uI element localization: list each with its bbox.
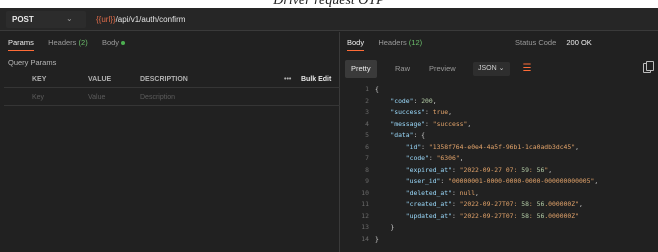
method-select[interactable]: POST ⌄	[6, 11, 86, 28]
body-indicator-dot	[121, 41, 126, 46]
response-tabs: Body Headers (12)	[347, 38, 434, 51]
description-input[interactable]: Description	[140, 94, 175, 101]
line-number: 7	[365, 154, 369, 162]
line-content: "data": {	[390, 131, 426, 139]
table-row: Key Value Description	[4, 88, 340, 106]
api-client-window: POST ⌄ {{url}}/api/v1/auth/confirm Param…	[0, 8, 658, 252]
line-number: 5	[365, 131, 369, 139]
line-content: "id": "1358f764-e0e4-4a5f-96b1-1ca0adb3d…	[405, 142, 579, 151]
code-line: 14}	[345, 234, 657, 246]
status-code-label: Status Code	[515, 38, 557, 47]
line-number: 9	[365, 177, 369, 185]
code-line: 2 "code": 200,	[345, 96, 657, 108]
code-line: 10 "deleted_at": null,	[345, 188, 657, 200]
line-number: 13	[361, 223, 369, 231]
tab-body-label: Body	[101, 38, 120, 47]
copy-icon[interactable]	[643, 61, 654, 73]
request-pane: Params Headers (2) Body Query Params KEY…	[0, 32, 340, 252]
query-params-table: KEY VALUE DESCRIPTION ••• Bulk Edit Key …	[4, 72, 340, 110]
table-header: KEY VALUE DESCRIPTION ••• Bulk Edit	[4, 72, 340, 88]
code-line: 6 "id": "1358f764-e0e4-4a5f-96b1-1ca0adb…	[345, 142, 657, 154]
url-input[interactable]: {{url}}/api/v1/auth/confirm	[90, 11, 652, 28]
mode-pretty[interactable]: Pretty	[345, 60, 377, 78]
code-line: 5 "data": {	[345, 130, 657, 142]
line-number: 14	[361, 234, 369, 243]
tab-headers-label: Headers	[48, 38, 77, 47]
tab-headers-count: (2)	[78, 38, 88, 47]
line-number: 12	[361, 211, 369, 220]
line-content: "message": "success",	[390, 119, 472, 128]
tab-params[interactable]: Params	[8, 38, 34, 51]
response-pane: Body Headers (12) Status Code 200 OK Pre…	[341, 32, 658, 252]
response-body-viewer[interactable]: 1{2 "code": 200, 3 "success": true, 4 "mes…	[345, 84, 657, 250]
method-label: POST	[12, 15, 34, 24]
tab-response-headers-count: (12)	[408, 38, 423, 47]
line-number: 6	[365, 142, 369, 151]
code-line: 12 "updated_at": "2022-09-27T07: 58: 56.…	[345, 211, 657, 223]
line-number: 11	[361, 200, 369, 208]
line-number: 3	[365, 108, 369, 116]
line-number: 8	[365, 165, 369, 174]
more-options-icon[interactable]: •••	[284, 76, 291, 83]
line-content: "expired_at": "2022-09-27 07: 59: 56",	[405, 165, 553, 174]
column-key: KEY	[32, 76, 47, 83]
line-content: "created_at": "2022-09-27T07: 58: 56.000…	[405, 200, 583, 208]
status-code-value: 200 OK	[566, 38, 592, 47]
code-line: 11 "created_at": "2022-09-27T07: 58: 56.…	[345, 199, 657, 211]
url-path: /api/v1/auth/confirm	[115, 15, 186, 24]
wrap-lines-icon[interactable]: ☰	[520, 62, 534, 76]
line-content: {	[375, 85, 379, 93]
line-content: "code": 200,	[390, 96, 437, 105]
status-code: Status Code 200 OK	[515, 38, 592, 47]
line-number: 10	[361, 188, 369, 197]
line-number: 4	[365, 119, 369, 128]
line-number: 2	[365, 96, 369, 105]
code-line: 8 "expired_at": "2022-09-27 07: 59: 56",	[345, 165, 657, 177]
line-content: }	[375, 234, 379, 243]
tab-response-headers-label: Headers	[378, 38, 407, 47]
code-line: 3 "success": true,	[345, 107, 657, 119]
key-input[interactable]: Key	[32, 94, 44, 101]
column-description: DESCRIPTION	[140, 76, 188, 83]
code-line: 13 }	[345, 222, 657, 234]
code-line: 1{	[345, 84, 657, 96]
mode-raw[interactable]: Raw	[389, 60, 416, 78]
line-content: "user_id": "00000001-0000-0000-0000-0000…	[405, 177, 599, 185]
url-variable: {{url}}	[96, 15, 116, 24]
line-content: }	[375, 223, 395, 231]
code-line: 7 "code": "6306",	[345, 153, 657, 165]
line-number: 1	[365, 85, 369, 93]
request-tabs: Params Headers (2) Body	[8, 38, 137, 54]
tab-headers[interactable]: Headers (2)	[48, 38, 88, 47]
value-input[interactable]: Value	[88, 94, 105, 101]
line-content: "code": "6306",	[405, 154, 464, 162]
request-url-bar: POST ⌄ {{url}}/api/v1/auth/confirm	[0, 8, 658, 31]
format-select[interactable]: JSON ⌄	[473, 62, 510, 76]
chevron-down-icon: ⌄	[498, 65, 505, 72]
mode-preview[interactable]: Preview	[423, 60, 462, 78]
line-content: "deleted_at": null,	[405, 188, 479, 197]
line-content: "success": true,	[390, 108, 452, 116]
query-params-title: Query Params	[8, 58, 57, 67]
code-line: 4 "message": "success",	[345, 119, 657, 131]
tab-body[interactable]: Body	[101, 38, 126, 47]
format-label: JSON	[478, 65, 497, 72]
line-content: "updated_at": "2022-09-27T07: 58: 56.000…	[405, 211, 579, 220]
bulk-edit-button[interactable]: Bulk Edit	[301, 76, 331, 83]
tab-response-body[interactable]: Body	[347, 38, 365, 51]
tab-response-headers[interactable]: Headers (12)	[378, 38, 422, 47]
code-line: 9 "user_id": "00000001-0000-0000-0000-00…	[345, 176, 657, 188]
response-toolbar: Pretty Raw Preview JSON ⌄ ☰	[345, 58, 655, 80]
column-value: VALUE	[88, 76, 112, 83]
chevron-down-icon: ⌄	[66, 14, 73, 23]
